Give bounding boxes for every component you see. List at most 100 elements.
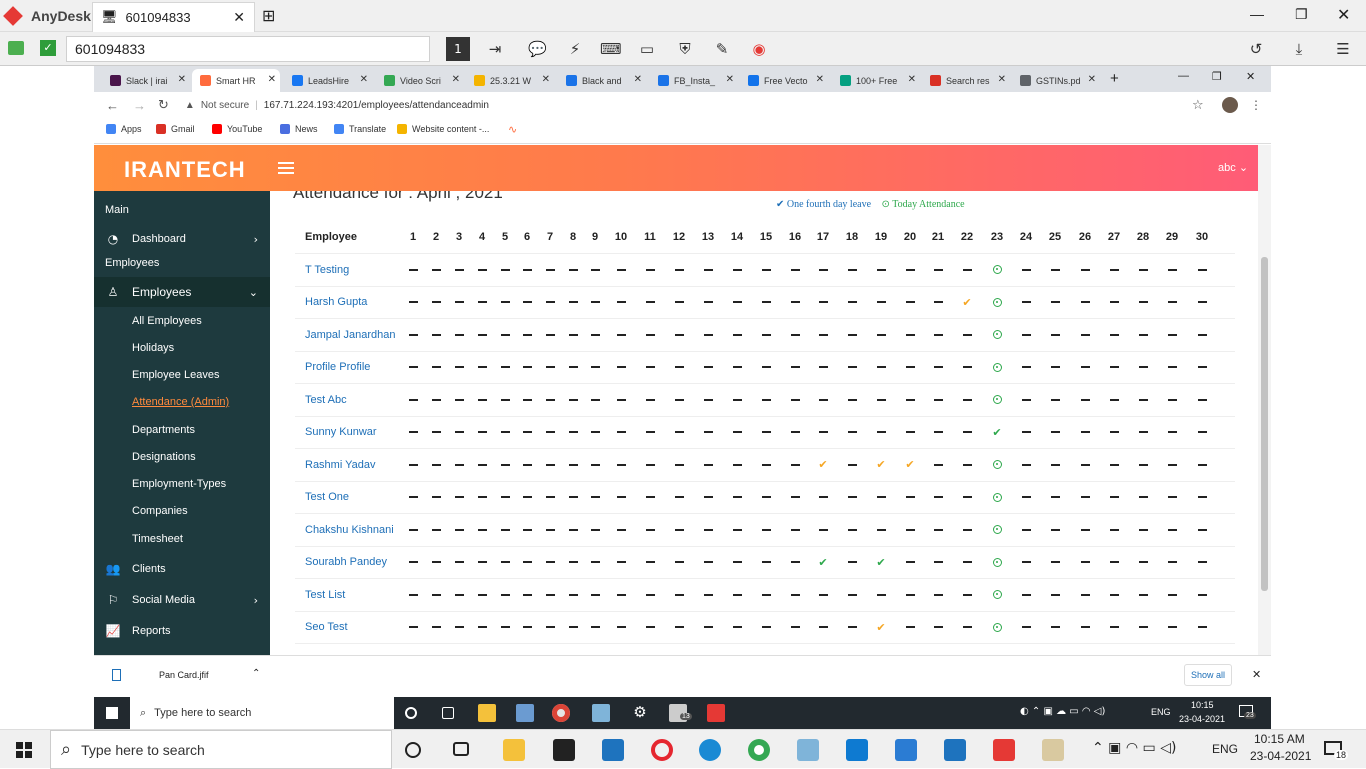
bookmark-item[interactable]: YouTube bbox=[212, 124, 262, 134]
sidebar-subitem[interactable]: Employment-Types bbox=[132, 478, 226, 490]
bookmark-item[interactable]: Apps bbox=[106, 124, 142, 134]
download-icon[interactable]: ⤓ bbox=[1290, 40, 1308, 58]
edge-icon[interactable] bbox=[699, 739, 721, 761]
close-tab-icon[interactable]: ✕ bbox=[233, 9, 245, 26]
close-tab-icon[interactable]: ✕ bbox=[908, 74, 916, 85]
paint-icon[interactable] bbox=[1042, 739, 1064, 761]
close-tab-icon[interactable]: ✕ bbox=[1088, 74, 1096, 85]
sidebar-subitem[interactable]: All Employees bbox=[132, 315, 202, 327]
sidebar-item-social-media[interactable]: ⚐ Social Media › bbox=[94, 589, 270, 611]
close-tab-icon[interactable]: ✕ bbox=[360, 74, 368, 85]
employee-name-link[interactable]: Profile Profile bbox=[305, 351, 370, 383]
employee-name-link[interactable]: Rashmi Yadav bbox=[305, 449, 376, 481]
anydesk-taskbar-icon[interactable] bbox=[993, 739, 1015, 761]
remote-start-icon[interactable] bbox=[106, 707, 118, 719]
keyboard-icon[interactable]: ⌨ bbox=[600, 40, 622, 58]
close-tab-icon[interactable]: ✕ bbox=[726, 74, 734, 85]
show-all-button[interactable]: Show all bbox=[1184, 664, 1232, 686]
action-icon[interactable]: ⚡ bbox=[566, 40, 584, 58]
settings-icon[interactable]: ⚙ bbox=[631, 704, 649, 722]
monitor-one-button[interactable]: 1 bbox=[446, 37, 470, 61]
employee-name-link[interactable]: Sunny Kunwar bbox=[305, 416, 377, 448]
bookmark-item[interactable]: Website content -... bbox=[397, 124, 489, 134]
employee-name-link[interactable]: Jampal Janardhan bbox=[305, 319, 396, 351]
vertical-scrollbar[interactable] bbox=[1258, 145, 1271, 655]
app-icon[interactable] bbox=[516, 704, 534, 722]
bookmark-item[interactable]: News bbox=[280, 124, 318, 134]
close-window-button[interactable]: ✕ bbox=[1246, 70, 1255, 83]
url-text[interactable]: 167.71.224.193:4201/employees/attendance… bbox=[264, 100, 489, 111]
anydesk-taskbar-icon[interactable] bbox=[707, 704, 725, 722]
back-icon[interactable]: ← bbox=[106, 98, 119, 113]
maximize-button[interactable]: ❐ bbox=[1212, 70, 1222, 83]
browser-tab[interactable]: Search res ✕ bbox=[922, 69, 1010, 92]
sidebar-subitem[interactable]: Companies bbox=[132, 505, 188, 517]
taskbar-time[interactable]: 10:15 AM bbox=[1254, 732, 1305, 746]
file-explorer-icon[interactable] bbox=[503, 739, 525, 761]
sidebar-subitem[interactable]: Employee Leaves bbox=[132, 369, 219, 381]
sidebar-subitem[interactable]: Designations bbox=[132, 451, 196, 463]
employee-name-link[interactable]: Seo Test bbox=[305, 611, 348, 643]
sidebar-item-clients[interactable]: 👥 Clients bbox=[94, 558, 270, 580]
browser-tab[interactable]: Free Vecto ✕ bbox=[740, 69, 828, 92]
vscode-icon[interactable] bbox=[846, 739, 868, 761]
new-tab-button[interactable]: + bbox=[1110, 70, 1119, 87]
start-icon[interactable] bbox=[16, 742, 32, 758]
cortana-icon[interactable] bbox=[405, 742, 421, 758]
permissions-icon[interactable]: ⛨ bbox=[676, 40, 694, 58]
reload-icon[interactable]: ↻ bbox=[158, 97, 169, 113]
close-tab-icon[interactable]: ✕ bbox=[268, 74, 276, 85]
taskbar-search-box[interactable]: ⌕ Type here to search bbox=[50, 730, 392, 769]
notes-icon[interactable] bbox=[797, 739, 819, 761]
browser-tab[interactable]: LeadsHire ✕ bbox=[284, 69, 372, 92]
not-secure-label[interactable]: Not secure bbox=[201, 100, 249, 111]
session-tab[interactable]: 🖥 601094833 ✕ bbox=[92, 2, 255, 32]
remote-search-box[interactable]: ⌕ Type here to search bbox=[130, 697, 394, 729]
cortana-icon[interactable] bbox=[405, 707, 417, 719]
scrollbar-thumb[interactable] bbox=[1261, 257, 1268, 591]
download-file-name[interactable]: Pan Card.jfif bbox=[159, 670, 209, 680]
sidebar-subitem[interactable]: Holidays bbox=[132, 342, 174, 354]
sidebar-subitem[interactable]: Timesheet bbox=[132, 533, 183, 545]
menu-icon[interactable]: ☰ bbox=[1334, 40, 1352, 58]
remote-lang[interactable]: ENG bbox=[1151, 707, 1171, 717]
sidebar-subitem[interactable]: Attendance (Admin) bbox=[132, 396, 229, 408]
history-icon[interactable]: ↺ bbox=[1247, 40, 1265, 58]
record-icon[interactable]: ◉ bbox=[750, 40, 768, 58]
close-tab-icon[interactable]: ✕ bbox=[634, 74, 642, 85]
store-icon[interactable] bbox=[553, 739, 575, 761]
sidebar-item-dashboard[interactable]: ◔ Dashboard › bbox=[94, 228, 270, 250]
input-icon[interactable]: ⇥ bbox=[486, 40, 504, 58]
mail-icon[interactable] bbox=[602, 739, 624, 761]
bookmark-item[interactable]: Gmail bbox=[156, 124, 195, 134]
notes-icon[interactable] bbox=[592, 704, 610, 722]
sidebar-item-reports[interactable]: 📈 Reports bbox=[94, 620, 270, 642]
hamburger-icon[interactable] bbox=[278, 162, 294, 174]
employee-name-link[interactable]: Harsh Gupta bbox=[305, 286, 367, 318]
sidebar-item-employees[interactable]: ♙ Employees ⌄ bbox=[94, 277, 270, 307]
employee-name-link[interactable]: Chakshu Kishnani bbox=[305, 514, 394, 546]
profile-avatar[interactable] bbox=[1222, 97, 1238, 113]
file-explorer-icon[interactable] bbox=[478, 704, 496, 722]
browser-tab[interactable]: 25.3.21 W ✕ bbox=[466, 69, 554, 92]
taskview-icon[interactable] bbox=[442, 707, 454, 719]
close-window-button[interactable]: ✕ bbox=[1337, 5, 1350, 25]
opera-icon[interactable] bbox=[651, 739, 673, 761]
browser-menu-icon[interactable]: ⋮ bbox=[1250, 98, 1262, 112]
display-icon[interactable]: ▭ bbox=[638, 40, 656, 58]
browser-tab[interactable]: Slack | irai ✕ bbox=[102, 69, 190, 92]
forward-icon[interactable]: → bbox=[133, 98, 146, 113]
browser-tab[interactable]: Video Scri ✕ bbox=[376, 69, 464, 92]
employee-name-link[interactable]: T Testing bbox=[305, 254, 349, 286]
close-downloads-icon[interactable]: ✕ bbox=[1252, 668, 1261, 681]
smart-hr-bookmark-icon[interactable]: ∿ bbox=[508, 123, 517, 136]
star-icon[interactable]: ☆ bbox=[1192, 97, 1204, 113]
employee-name-link[interactable]: Test One bbox=[305, 481, 349, 513]
app-icon[interactable] bbox=[895, 739, 917, 761]
close-tab-icon[interactable]: ✕ bbox=[542, 74, 550, 85]
user-menu[interactable]: abc ⌄ bbox=[1218, 161, 1248, 174]
maximize-button[interactable]: ❐ bbox=[1295, 6, 1308, 23]
minimize-button[interactable]: — bbox=[1250, 6, 1264, 22]
taskview-icon[interactable] bbox=[453, 742, 469, 756]
close-tab-icon[interactable]: ✕ bbox=[816, 74, 824, 85]
